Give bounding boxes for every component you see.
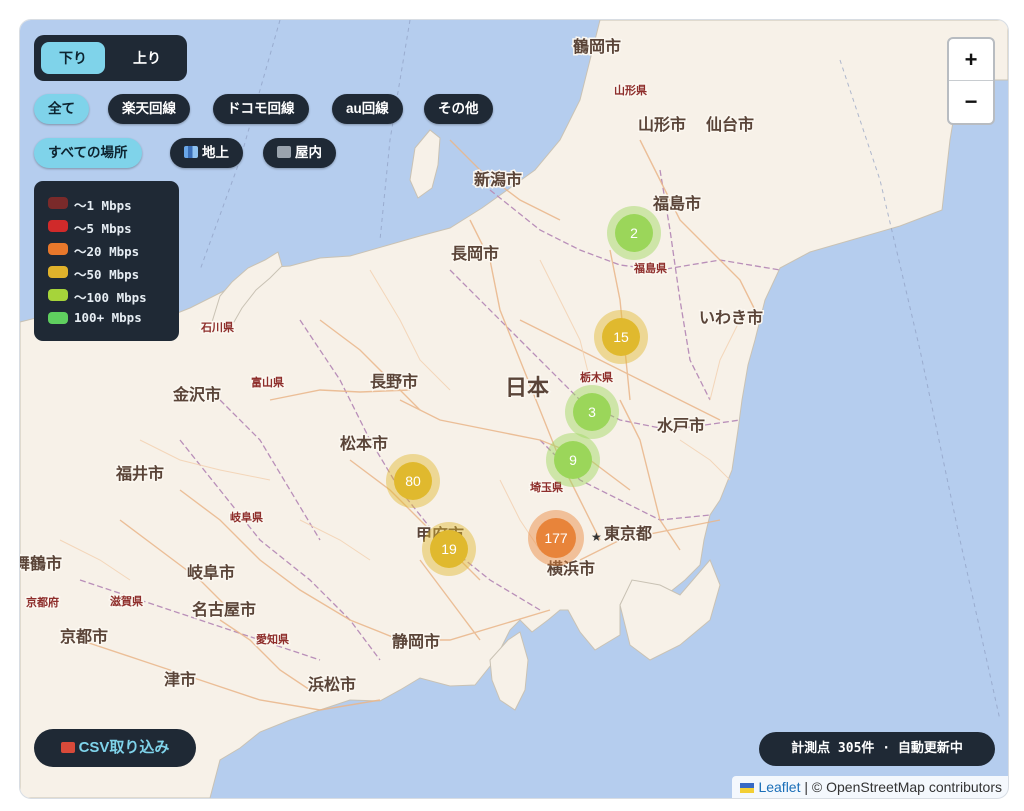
download-option[interactable]: 下り bbox=[41, 42, 105, 74]
prefecture-label: 京都府 bbox=[26, 595, 59, 609]
cluster-marker[interactable]: 19 bbox=[422, 522, 476, 576]
filter-rakuten[interactable]: 楽天回線 bbox=[108, 94, 190, 124]
cluster-count: 19 bbox=[441, 541, 457, 557]
attribution-separator: | © bbox=[800, 779, 827, 795]
prefecture-label: 愛知県 bbox=[256, 632, 289, 646]
city-label: 岐阜市 bbox=[187, 563, 235, 582]
city-label: 新潟市 bbox=[474, 170, 522, 189]
cluster-count: 3 bbox=[588, 404, 596, 420]
city-label: 名古屋市 bbox=[192, 600, 256, 619]
city-label: 長岡市 bbox=[451, 244, 499, 263]
filter-all-carriers[interactable]: 全て bbox=[34, 94, 89, 124]
city-label: 福島市 bbox=[652, 194, 701, 213]
city-label: 福井市 bbox=[115, 464, 164, 483]
capital-star-icon: ★ bbox=[591, 530, 602, 544]
legend-label: 100+ Mbps bbox=[74, 310, 142, 325]
cluster-count: 9 bbox=[569, 452, 577, 468]
filter-outdoor-label: 地上 bbox=[202, 145, 229, 160]
legend-label: ～100 Mbps bbox=[74, 290, 147, 305]
prefecture-label: 富山県 bbox=[251, 375, 284, 389]
legend-label: ～50 Mbps bbox=[74, 267, 140, 282]
prefecture-label: 石川県 bbox=[200, 321, 234, 334]
city-label: 仙台市 bbox=[706, 115, 754, 134]
city-label: 松本市 bbox=[340, 434, 388, 453]
filter-docomo[interactable]: ドコモ回線 bbox=[213, 94, 309, 124]
cluster-marker[interactable]: 9 bbox=[546, 433, 600, 487]
city-buildings-icon bbox=[184, 146, 198, 158]
legend-label: ～1 Mbps bbox=[74, 198, 132, 213]
country-label: 日本 bbox=[505, 375, 549, 400]
city-label: 静岡市 bbox=[392, 632, 440, 651]
prefecture-label: 滋賀県 bbox=[110, 594, 143, 608]
filter-outdoor[interactable]: 地上 bbox=[170, 138, 243, 168]
city-label: 浜松市 bbox=[308, 675, 356, 694]
cluster-count: 80 bbox=[405, 473, 421, 489]
legend-swatch bbox=[48, 197, 68, 209]
zoom-in-button[interactable]: + bbox=[949, 39, 993, 80]
legend-swatch bbox=[48, 312, 68, 324]
city-label: 津市 bbox=[164, 670, 196, 689]
legend-swatch bbox=[48, 220, 68, 232]
csv-import-label: CSV取り込み bbox=[78, 739, 170, 756]
city-label: 東京都 bbox=[604, 524, 652, 543]
filter-other[interactable]: その他 bbox=[424, 94, 493, 124]
city-label: 京都市 bbox=[60, 627, 108, 646]
prefecture-label: 山形県 bbox=[614, 83, 647, 97]
ukraine-flag-icon bbox=[740, 783, 755, 793]
measurement-status: 計測点 305件 · 自動更新中 bbox=[759, 732, 995, 766]
legend-label: ～20 Mbps bbox=[74, 244, 140, 259]
cluster-marker[interactable]: 2 bbox=[607, 206, 661, 260]
csv-import-button[interactable]: CSV取り込み bbox=[34, 729, 196, 767]
upload-option[interactable]: 上り bbox=[114, 42, 180, 74]
office-building-icon bbox=[277, 146, 291, 158]
city-label: 舞鶴市 bbox=[20, 554, 62, 573]
zoom-out-button[interactable]: − bbox=[949, 81, 993, 122]
speed-legend: ～1 Mbps ～5 Mbps ～20 Mbps ～50 Mbps ～100 M… bbox=[34, 181, 179, 341]
prefecture-label: 岐阜県 bbox=[230, 510, 263, 524]
cluster-marker[interactable]: 177 bbox=[528, 510, 584, 566]
osm-link[interactable]: OpenStreetMap contributors bbox=[826, 779, 1002, 795]
prefecture-label: 栃木県 bbox=[580, 370, 613, 384]
direction-toggle: 下り 上り bbox=[34, 35, 187, 81]
filter-indoor-label: 屋内 bbox=[295, 145, 322, 160]
leaflet-link[interactable]: Leaflet bbox=[758, 779, 800, 795]
legend-label: ～5 Mbps bbox=[74, 221, 132, 236]
filter-indoor[interactable]: 屋内 bbox=[263, 138, 336, 168]
cluster-marker[interactable]: 3 bbox=[565, 385, 619, 439]
cluster-count: 2 bbox=[630, 225, 638, 241]
zoom-control: + − bbox=[947, 37, 995, 125]
city-label: 長野市 bbox=[370, 372, 418, 391]
cluster-count: 15 bbox=[613, 329, 629, 345]
cluster-count: 177 bbox=[544, 530, 568, 546]
prefecture-label: 福島県 bbox=[633, 261, 667, 275]
legend-swatch bbox=[48, 266, 68, 278]
city-label: 水戸市 bbox=[657, 416, 705, 435]
inbox-tray-icon bbox=[60, 742, 75, 753]
city-label: いわき市 bbox=[699, 308, 763, 327]
cluster-marker[interactable]: 80 bbox=[386, 454, 440, 508]
city-label: 金沢市 bbox=[172, 385, 221, 404]
city-label: 山形市 bbox=[638, 115, 686, 134]
filter-au[interactable]: au回線 bbox=[332, 94, 403, 124]
map-attribution: Leaflet | © OpenStreetMap contributors bbox=[732, 776, 1008, 798]
map-canvas[interactable]: 日本 鶴岡市 山形市 仙台市 新潟市 福島市 長岡市 いわき市 長野市 金沢市 … bbox=[20, 20, 1008, 798]
filter-all-locations[interactable]: すべての場所 bbox=[34, 138, 142, 168]
map-frame: 日本 鶴岡市 山形市 仙台市 新潟市 福島市 長岡市 いわき市 長野市 金沢市 … bbox=[19, 19, 1009, 799]
legend-swatch bbox=[48, 289, 68, 301]
cluster-marker[interactable]: 15 bbox=[594, 310, 648, 364]
legend-swatch bbox=[48, 243, 68, 255]
city-label: 鶴岡市 bbox=[573, 37, 621, 56]
